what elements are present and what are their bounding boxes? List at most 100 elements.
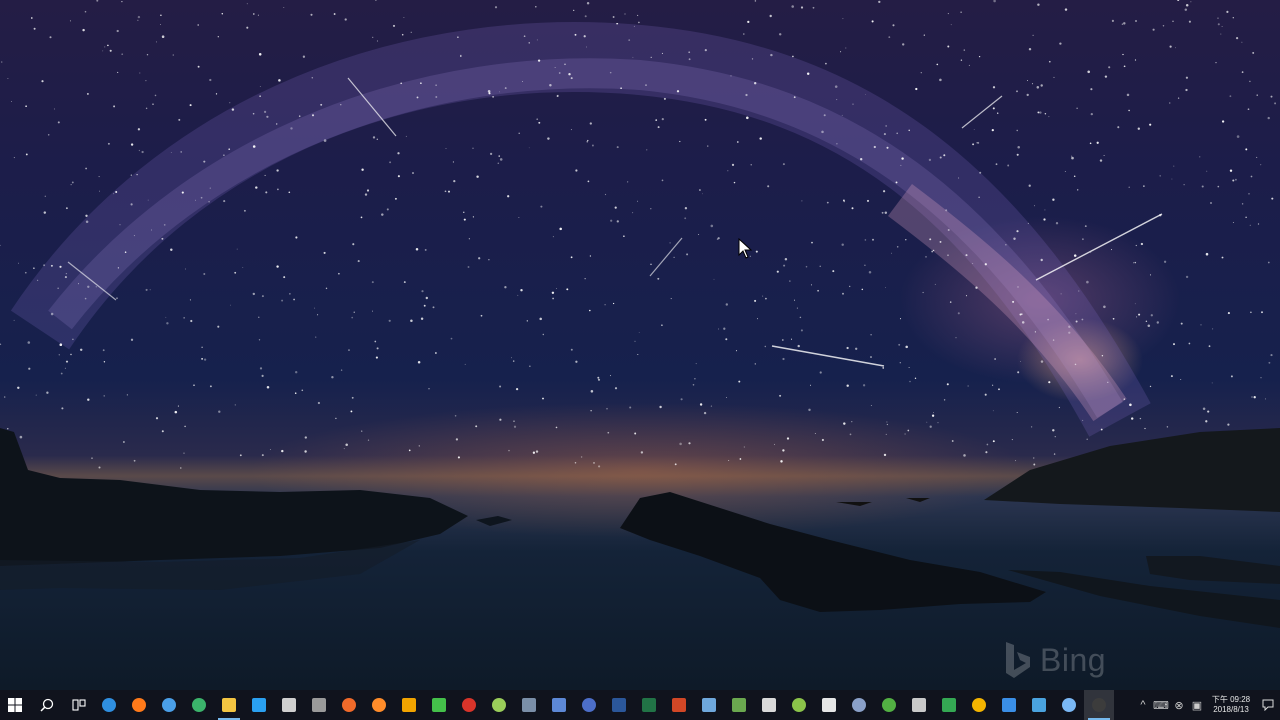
crossed-tools-taskbar-button[interactable] [814, 690, 844, 720]
clapper-taskbar-button[interactable] [304, 690, 334, 720]
star [499, 385, 502, 388]
chrome-remote-taskbar-button[interactable] [964, 690, 994, 720]
tools-taskbar-button[interactable] [514, 690, 544, 720]
word-taskbar-button[interactable] [604, 690, 634, 720]
blue-document-taskbar-button[interactable] [694, 690, 724, 720]
star [566, 288, 569, 291]
star [991, 384, 994, 386]
star [698, 189, 701, 191]
star [259, 85, 261, 87]
google-drive-taskbar-button[interactable] [934, 690, 964, 720]
star [528, 42, 530, 44]
star [25, 153, 28, 156]
printer-app-taskbar-button[interactable] [904, 690, 934, 720]
star [497, 162, 500, 164]
paint-app-taskbar-button[interactable] [364, 690, 394, 720]
star [587, 180, 590, 183]
star [575, 169, 578, 172]
orange-app-taskbar-button[interactable] [334, 690, 364, 720]
star [929, 238, 932, 241]
notepad-plus-taskbar-button[interactable] [424, 690, 454, 720]
star [160, 24, 161, 25]
star [881, 211, 884, 214]
star [1177, 97, 1180, 99]
clock[interactable]: 下午 09:28 2018/8/13 [1206, 690, 1256, 720]
star [556, 287, 557, 289]
circle-app-taskbar-button[interactable] [844, 690, 874, 720]
star [628, 39, 631, 41]
star [1033, 457, 1035, 459]
chrome-taskbar-button[interactable] [154, 690, 184, 720]
green-document-taskbar-button[interactable] [724, 690, 754, 720]
star [733, 181, 736, 184]
star [435, 96, 438, 98]
remote-desktop-taskbar-button[interactable] [544, 690, 574, 720]
powerpoint-taskbar-button[interactable] [664, 690, 694, 720]
star [698, 234, 700, 235]
star [317, 401, 321, 405]
star [1241, 41, 1243, 43]
star [149, 289, 151, 291]
chevron-up-icon: ^ [1140, 699, 1146, 711]
media-player-taskbar-button[interactable] [244, 690, 274, 720]
green-leaf-taskbar-button[interactable] [484, 690, 514, 720]
red-circle-taskbar-button[interactable] [454, 690, 484, 720]
star [728, 459, 730, 461]
star [416, 96, 419, 99]
star [995, 163, 998, 166]
desktop[interactable]: Bing [0, 0, 1280, 690]
star [1149, 385, 1152, 388]
notification-button[interactable] [1256, 690, 1280, 720]
task-view-button[interactable] [64, 690, 94, 720]
keyboard-button[interactable]: ⌨ [1152, 690, 1170, 720]
firefox-taskbar-button[interactable] [124, 690, 154, 720]
file-explorer-taskbar-button[interactable] [214, 690, 244, 720]
show-hidden-icons-button[interactable]: ^ [1134, 690, 1152, 720]
star [674, 463, 677, 466]
excel-taskbar-button[interactable] [634, 690, 664, 720]
calculator-taskbar-button[interactable] [754, 690, 784, 720]
mail-app-taskbar-button[interactable] [1024, 690, 1054, 720]
network-app-taskbar-button[interactable] [994, 690, 1024, 720]
star [1082, 238, 1084, 241]
utorrent-taskbar-button[interactable] [874, 690, 904, 720]
yellow-app-taskbar-button[interactable] [394, 690, 424, 720]
search-button[interactable] [30, 690, 64, 720]
green-yellow-app-taskbar-button[interactable] [784, 690, 814, 720]
star [258, 316, 260, 318]
star [201, 358, 203, 360]
tray-close-button[interactable]: ⊗ [1170, 690, 1188, 720]
star [886, 421, 888, 423]
star [939, 156, 942, 159]
star [183, 317, 185, 319]
star [537, 59, 541, 62]
star [121, 53, 124, 56]
star [1126, 93, 1130, 97]
star [366, 189, 370, 192]
star [1033, 463, 1036, 466]
star [367, 439, 370, 441]
colorful-app-taskbar-button[interactable] [184, 690, 214, 720]
star [340, 104, 342, 106]
globe-app-taskbar-button[interactable] [574, 690, 604, 720]
star [612, 16, 615, 18]
obs-studio-taskbar-button[interactable] [1084, 690, 1114, 720]
star [755, 250, 758, 253]
star [304, 436, 307, 439]
edge-taskbar-button[interactable] [94, 690, 124, 720]
start-button[interactable] [0, 690, 30, 720]
star [710, 224, 714, 228]
tray-status-button[interactable]: ▣ [1188, 690, 1206, 720]
star [1226, 10, 1229, 13]
star [137, 15, 141, 19]
star [24, 271, 27, 274]
star [295, 236, 298, 239]
blue-ball-taskbar-button[interactable] [1054, 690, 1084, 720]
star [1185, 4, 1189, 7]
star [183, 452, 185, 454]
star [364, 193, 368, 196]
star [468, 238, 470, 240]
video-editor-taskbar-button[interactable] [274, 690, 304, 720]
star [122, 441, 125, 443]
star [1090, 252, 1092, 254]
